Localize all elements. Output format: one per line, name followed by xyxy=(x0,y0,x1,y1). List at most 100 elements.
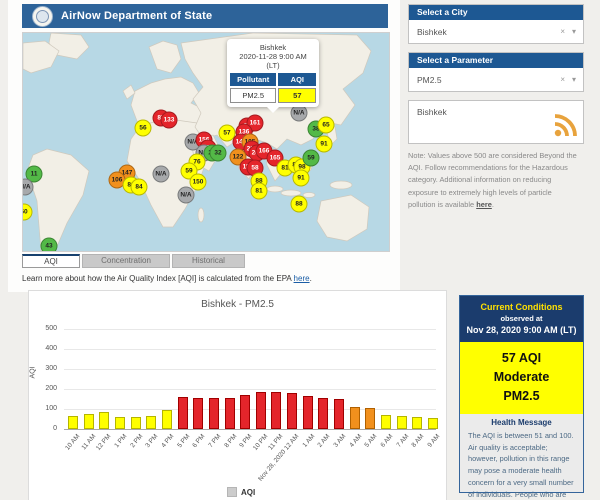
y-tick-label: 0 xyxy=(29,425,57,432)
chart-bar[interactable] xyxy=(240,395,250,429)
aqi-marker[interactable]: N/A xyxy=(178,187,195,204)
city-select[interactable]: Bishkek × ▾ xyxy=(409,20,583,43)
popup-city: Bishkek xyxy=(230,43,316,52)
city-select-header: Select a City xyxy=(409,5,583,20)
chart-bar[interactable] xyxy=(146,416,156,429)
city-select-value: Bishkek xyxy=(417,27,560,37)
aqi-marker[interactable]: 43 xyxy=(41,238,58,253)
chart-bar[interactable] xyxy=(68,416,78,429)
rss-feed-box: Bishkek xyxy=(408,100,584,144)
aqi-marker[interactable]: 59 xyxy=(303,150,320,167)
aqi-marker[interactable]: 150 xyxy=(190,174,207,191)
health-message-section: Health Message The AQI is between 51 and… xyxy=(460,414,583,500)
aqi-marker[interactable]: 65 xyxy=(318,117,335,134)
chevron-down-icon[interactable]: ▾ xyxy=(572,27,576,36)
clear-icon[interactable]: × xyxy=(560,27,565,36)
clear-icon[interactable]: × xyxy=(560,75,565,84)
tab-concentration[interactable]: Concentration xyxy=(82,254,170,268)
popup-pollutant-header: Pollutant xyxy=(230,73,276,86)
chart-bar[interactable] xyxy=(162,410,172,429)
tab-bar: AQIConcentrationHistorical xyxy=(22,254,247,268)
sidebar-note: Note: Values above 500 are considered Be… xyxy=(408,150,580,211)
parameter-select-header: Select a Parameter xyxy=(409,53,583,68)
chart-bar[interactable] xyxy=(131,417,141,429)
popup-pollutant-value: PM2.5 xyxy=(230,88,276,103)
world-map[interactable]: 11N/A50438713356N/A156154N/A29327659150N… xyxy=(22,32,390,252)
aqi-category: Moderate xyxy=(460,368,583,387)
chart-bar[interactable] xyxy=(115,417,125,429)
aqi-marker[interactable]: 88 xyxy=(291,196,308,213)
chart-bar[interactable] xyxy=(318,398,328,429)
chart-bar[interactable] xyxy=(256,392,266,429)
current-conditions-header: Current Conditions observed at Nov 28, 2… xyxy=(460,296,583,342)
chart-bar[interactable] xyxy=(365,408,375,429)
chart-bar[interactable] xyxy=(209,398,219,429)
x-tick-label: 10 PM xyxy=(252,433,269,452)
rss-icon[interactable] xyxy=(553,114,577,138)
learn-more-text: Learn more about how the Air Quality Ind… xyxy=(22,274,312,283)
x-tick-label: 5 PM xyxy=(176,433,191,449)
parameter-select-value: PM2.5 xyxy=(417,75,560,85)
aqi-marker[interactable]: 32 xyxy=(210,145,227,162)
x-tick-label: 6 AM xyxy=(379,433,394,449)
aqi-marker[interactable]: N/A xyxy=(153,166,170,183)
chart-bar[interactable] xyxy=(271,392,281,429)
chart-bar[interactable] xyxy=(334,399,344,429)
chart-bar[interactable] xyxy=(303,396,313,429)
note-here-link[interactable]: here xyxy=(476,200,492,209)
aqi-marker[interactable]: 133 xyxy=(161,112,178,129)
aqi-marker[interactable]: 91 xyxy=(316,136,333,153)
chart-bar[interactable] xyxy=(225,398,235,429)
popup-aqi-header: AQI xyxy=(278,73,316,86)
chevron-down-icon[interactable]: ▾ xyxy=(572,75,576,84)
aqi-marker[interactable]: N/A xyxy=(291,105,308,122)
aqi-marker[interactable]: 56 xyxy=(135,120,152,137)
chart-bar[interactable] xyxy=(193,398,203,429)
x-axis-line xyxy=(64,429,436,430)
gridline xyxy=(64,349,436,350)
aqi-summary-box: 57 AQI Moderate PM2.5 xyxy=(460,342,583,414)
aqi-chart: Bishkek - PM2.5 AQI 010020030040050010 A… xyxy=(28,290,447,500)
chart-bar[interactable] xyxy=(412,417,422,429)
observed-datetime: Nov 28, 2020 9:00 AM (LT) xyxy=(462,324,581,336)
x-tick-label: 4 AM xyxy=(348,433,363,449)
parameter-select-widget: Select a Parameter PM2.5 × ▾ xyxy=(408,52,584,92)
city-select-widget: Select a City Bishkek × ▾ xyxy=(408,4,584,44)
aqi-marker[interactable]: 91 xyxy=(293,170,310,187)
chart-bar[interactable] xyxy=(178,397,188,429)
chart-legend: AQI xyxy=(227,487,255,497)
rss-city-label: Bishkek xyxy=(417,107,447,117)
epa-here-link[interactable]: here xyxy=(294,274,310,283)
health-message-header: Health Message xyxy=(468,418,575,427)
parameter-select[interactable]: PM2.5 × ▾ xyxy=(409,68,583,91)
popup-table: Pollutant AQI PM2.5 57 xyxy=(230,73,316,103)
x-tick-label: 7 PM xyxy=(207,433,222,449)
x-tick-label: 7 AM xyxy=(395,433,410,449)
x-tick-label: 1 PM xyxy=(113,433,128,449)
popup-aqi-value: 57 xyxy=(278,88,316,103)
chart-bar[interactable] xyxy=(287,393,297,429)
chart-bar[interactable] xyxy=(350,407,360,429)
gridline xyxy=(64,329,436,330)
chart-bar[interactable] xyxy=(99,412,109,429)
chart-title: Bishkek - PM2.5 xyxy=(29,299,446,310)
current-conditions-title: Current Conditions xyxy=(462,301,581,313)
x-tick-label: 11 AM xyxy=(80,433,97,451)
aqi-marker[interactable]: 84 xyxy=(131,179,148,196)
chart-bar[interactable] xyxy=(84,414,94,429)
x-tick-label: 2 AM xyxy=(317,433,332,449)
x-tick-label: 12 PM xyxy=(95,433,112,452)
y-tick-label: 500 xyxy=(29,325,57,332)
tab-aqi[interactable]: AQI xyxy=(22,254,80,268)
chart-bar[interactable] xyxy=(428,418,438,429)
aqi-pollutant: PM2.5 xyxy=(460,387,583,406)
x-tick-label: 4 PM xyxy=(160,433,175,449)
chart-bar[interactable] xyxy=(397,416,407,429)
map-popup: Bishkek 2020-11-28 9:00 AM (LT) Pollutan… xyxy=(227,39,319,107)
x-tick-label: 8 AM xyxy=(411,433,426,449)
aqi-value-line: 57 AQI xyxy=(460,349,583,368)
aqi-marker[interactable]: 81 xyxy=(251,183,268,200)
chart-bar[interactable] xyxy=(381,415,391,429)
y-tick-label: 400 xyxy=(29,345,57,352)
tab-historical[interactable]: Historical xyxy=(172,254,245,268)
